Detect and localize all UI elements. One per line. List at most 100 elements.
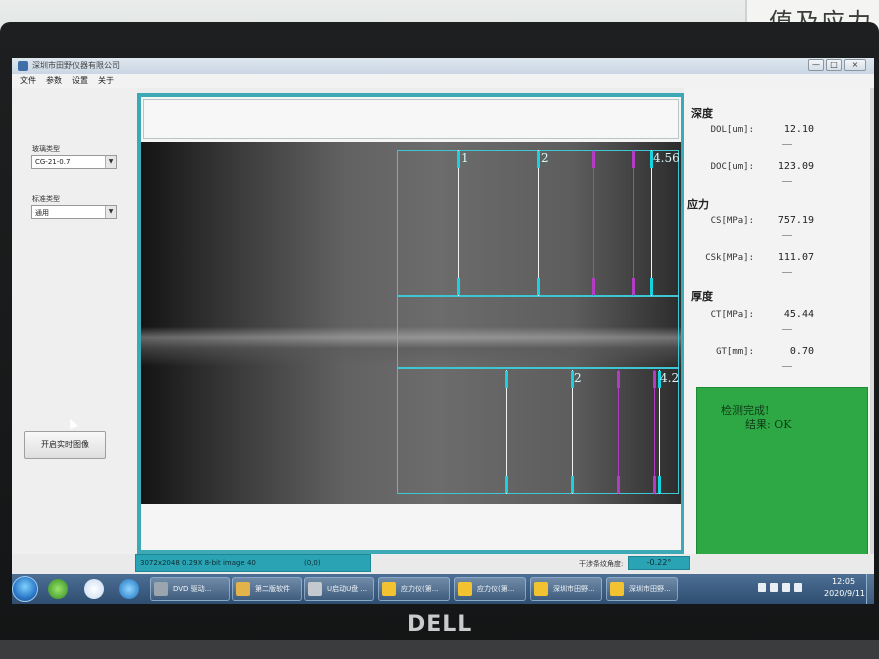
upper-tick-top [592,151,595,168]
labview-icon [534,582,548,596]
labview-icon [382,582,396,596]
taskbar-item-label: 第二版软件 [255,585,290,593]
separator [782,144,792,145]
glass-type-value: CG-21-0.7 [35,158,71,166]
screen: 深圳市田野仪器有限公司 — □ × 文件 参数 设置 关于 玻璃类型 CG-21… [12,58,874,604]
standard-type-label: 标准类型 [32,195,60,203]
camera-image[interactable]: 1 2 4.56 2 4.2 [141,142,681,504]
show-desktop-button[interactable] [866,574,874,604]
lower-tick-bottom [653,476,656,493]
upper-tick-bottom [592,278,595,295]
glass-type-select[interactable]: CG-21-0.7 ▼ [31,155,117,169]
menubar: 文件 参数 设置 关于 [12,74,874,88]
result-verdict-text: 结果: OK [745,418,792,431]
labview-icon [458,582,472,596]
image-header-area [143,99,679,139]
image-info-text: 3072x2048 0.29X 8-bit image 40 [140,559,256,567]
taskbar-item-label: 应力仪(第... [477,585,515,593]
taskbar-item-label: 深圳市田野... [553,585,595,593]
glass-type-label: 玻璃类型 [32,145,60,153]
separator [782,366,792,367]
keyboard-icon[interactable] [758,583,766,592]
system-tray [758,580,810,598]
lower-label-2: 4.2 [660,371,680,385]
network-icon[interactable] [794,583,802,592]
volume-icon[interactable] [782,583,790,592]
upper-label-3: 4.56 [653,151,680,165]
labview-icon [610,582,624,596]
taskbar-item-tianye-2[interactable]: 深圳市田野... [606,577,678,601]
separator [782,272,792,273]
taskbar-item-label: DVD 驱动... [173,585,212,593]
start-button[interactable] [12,576,38,602]
close-button[interactable]: × [844,59,866,71]
internet-explorer-icon[interactable] [119,579,139,599]
fringe-angle-label: 干涉条纹角度: [579,560,624,568]
csk-value: 111.07 [777,252,814,263]
folder-icon [236,582,250,596]
taskbar-item-tianye-1[interactable]: 深圳市田野... [530,577,602,601]
upper-label-2: 2 [541,151,549,165]
mouse-cursor-icon [66,416,78,430]
dol-value: 12.10 [783,124,814,135]
panel-edge [870,88,874,574]
maximize-button[interactable]: □ [826,59,842,71]
upper-tick-top [457,151,460,168]
ct-value: 45.44 [783,309,814,320]
upper-fringe-line [633,150,634,296]
menu-file[interactable]: 文件 [20,74,36,88]
upper-fringe-line [538,150,539,296]
upper-tick-bottom [632,278,635,295]
cs-value: 757.19 [777,215,814,226]
image-display-panel: 1 2 4.56 2 4.2 [137,93,685,554]
flag-icon[interactable] [770,583,778,592]
taskbar-item-label: 深圳市田野... [629,585,671,593]
menu-about[interactable]: 关于 [98,74,114,88]
menu-parameters[interactable]: 参数 [46,74,62,88]
app-launcher-icon[interactable] [84,579,104,599]
separator [782,181,792,182]
chevron-down-icon[interactable]: ▼ [105,156,116,168]
lower-roi-box [397,368,679,494]
taskbar-item-second-edition-software[interactable]: 第二版软件 [232,577,302,601]
chevron-down-icon[interactable]: ▼ [105,206,116,218]
window-titlebar[interactable]: 深圳市田野仪器有限公司 — □ × [12,58,874,74]
upper-tick-bottom [457,278,460,295]
taskbar-item-stress-meter-1[interactable]: 应力仪(第... [378,577,450,601]
separator [782,235,792,236]
taskbar-item-stress-meter-2[interactable]: 应力仪(第... [454,577,526,601]
stress-section-title: 应力 [687,198,709,211]
usb-drive-icon [308,582,322,596]
lower-tick-bottom [658,476,661,493]
upper-tick-bottom [537,278,540,295]
gt-value: 0.70 [789,346,814,357]
taskbar-item-label: 应力仪(第... [401,585,439,593]
clock-time[interactable]: 12:05 [832,577,855,586]
minimize-button[interactable]: — [808,59,824,71]
monitor-stand [0,640,879,659]
clock-date[interactable]: 2020/9/11 [824,589,865,598]
fringe-angle-value: -0.22° [628,556,690,570]
csk-label: CSk[MPa]: [705,253,754,263]
middle-roi-box [397,296,679,368]
doc-value: 123.09 [777,161,814,172]
start-live-image-button[interactable]: 开启实时图像 [24,431,106,459]
taskbar-item-usb-drive[interactable]: U启动U盘 ... [304,577,374,601]
statusbar: 3072x2048 0.29X 8-bit image 40 (0,0) 干涉条… [12,554,874,574]
cs-label: CS[MPa]: [710,216,754,226]
lower-tick-bottom [505,476,508,493]
menu-settings[interactable]: 设置 [72,74,88,88]
disc-icon [154,582,168,596]
taskbar-item-label: U启动U盘 ... [327,585,368,593]
media-player-icon[interactable] [48,579,68,599]
ct-label: CT[MPa]: [710,310,754,320]
doc-label: DOC[um]: [710,162,754,172]
taskbar-item-dvd-drive[interactable]: DVD 驱动... [150,577,230,601]
upper-fringe-line [593,150,594,296]
standard-type-select[interactable]: 通用 ▼ [31,205,117,219]
upper-label-1: 1 [461,151,469,165]
upper-fringe-line [651,150,652,296]
upper-tick-top [632,151,635,168]
left-panel: 玻璃类型 CG-21-0.7 ▼ 标准类型 通用 ▼ 开启实时图像 [12,88,138,574]
dol-label: DOL[um]: [710,125,754,135]
